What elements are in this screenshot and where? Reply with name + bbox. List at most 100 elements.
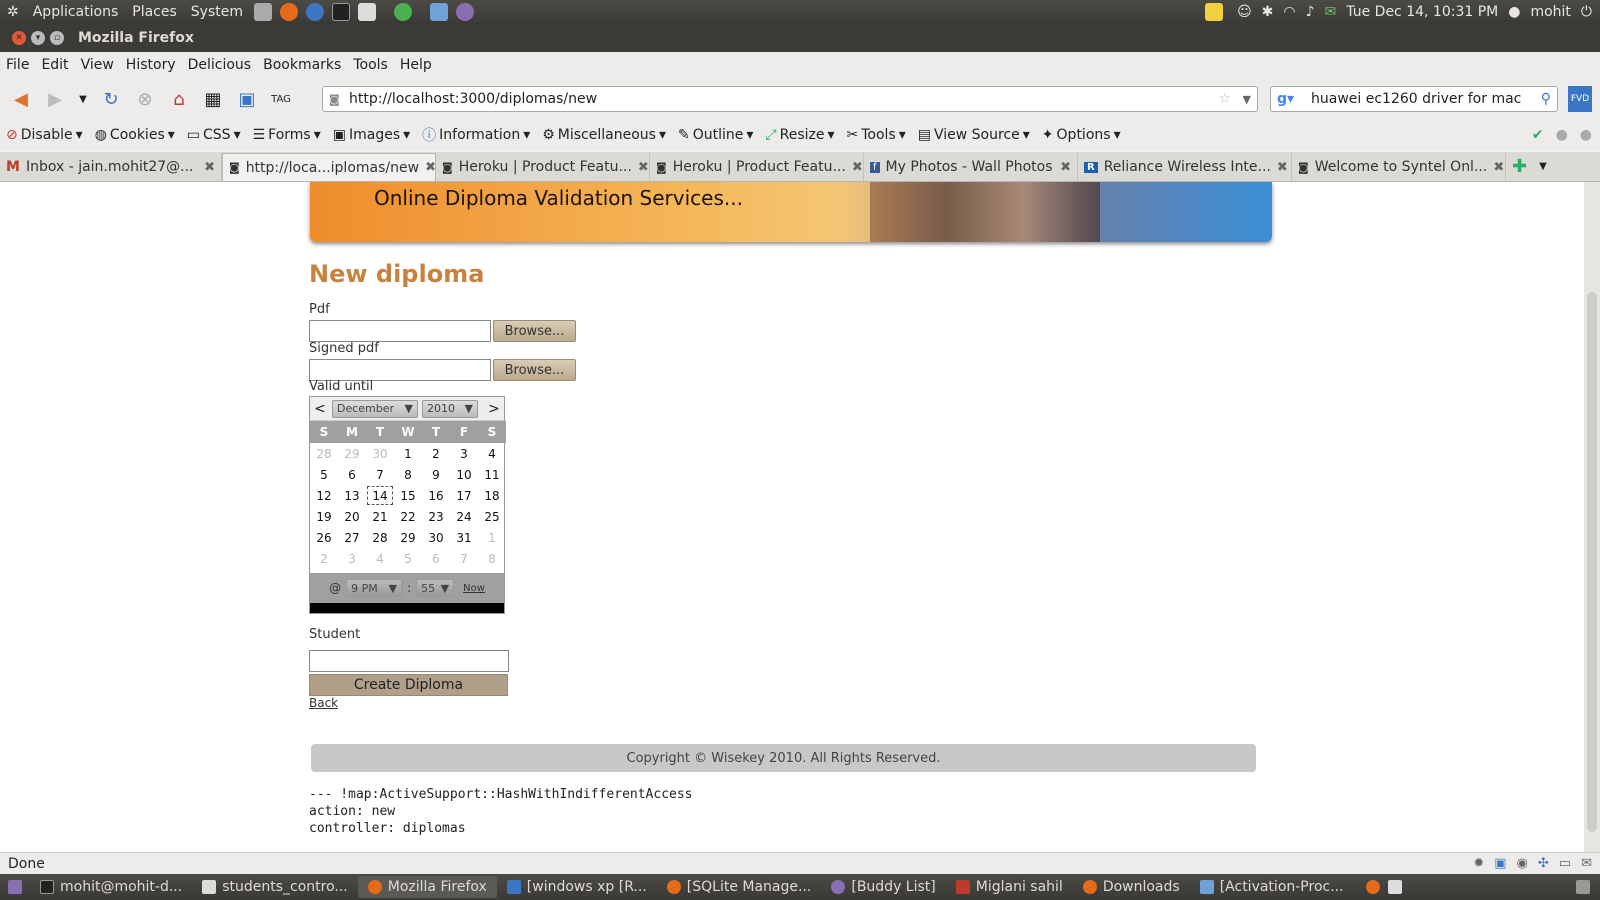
close-tab-icon[interactable]: ✖	[204, 160, 215, 175]
validation-check-icon[interactable]: ✔	[1526, 127, 1550, 143]
calendar-day[interactable]: 5	[394, 548, 422, 569]
tab-heroku-2[interactable]: ◙ Heroku | Product Featu... ✖	[650, 153, 864, 181]
task-firefox[interactable]: Mozilla Firefox	[357, 876, 497, 898]
wd-miscellaneous-menu[interactable]: ⚙ Miscellaneous ▾	[536, 127, 672, 143]
url-text[interactable]: http://localhost:3000/diplomas/new	[349, 91, 597, 107]
screenshot-launcher-icon[interactable]	[430, 3, 448, 21]
scrollbar-thumb[interactable]	[1587, 292, 1597, 832]
firefox-launcher-icon[interactable]	[280, 3, 298, 21]
calendar-day[interactable]: 30	[422, 527, 450, 548]
vertical-scrollbar[interactable]	[1584, 182, 1600, 852]
editor-launcher-icon[interactable]	[358, 3, 376, 21]
calendar-day[interactable]: 13	[338, 485, 366, 506]
show-desktop-icon[interactable]	[8, 880, 22, 894]
close-tab-icon[interactable]: ✖	[425, 160, 436, 175]
calendar-day[interactable]: 22	[394, 506, 422, 527]
calendar-day[interactable]: 12	[310, 485, 338, 506]
calendar-day[interactable]: 16	[422, 485, 450, 506]
calendar-day[interactable]: 23	[422, 506, 450, 527]
messaging-indicator-icon[interactable]: ☺	[1237, 4, 1252, 20]
url-bar[interactable]: ◙ http://localhost:3000/diplomas/new ☆ ▼	[322, 86, 1258, 112]
task-buddy-list[interactable]: [Buddy List]	[821, 876, 945, 898]
tab-inbox[interactable]: M Inbox - jain.mohit27@... ✖	[0, 153, 222, 181]
calendar-day[interactable]: 20	[338, 506, 366, 527]
calendar-day[interactable]: 29	[394, 527, 422, 548]
tab-diplomas-new[interactable]: ◙ http://loca...iplomas/new ✖	[222, 153, 436, 181]
mail-icon[interactable]: ✉	[1325, 4, 1337, 20]
calendar-day[interactable]: 24	[450, 506, 478, 527]
year-select[interactable]: 2010 ▼	[422, 399, 478, 418]
menu-help[interactable]: Help	[394, 57, 438, 73]
help-launcher-icon[interactable]	[306, 3, 324, 21]
new-tab-icon[interactable]: ✚	[1506, 156, 1533, 177]
home-icon[interactable]: ⌂	[166, 86, 192, 112]
calendar-day[interactable]: 11	[478, 464, 506, 485]
calendar-day[interactable]: 4	[478, 443, 506, 464]
calendar-day[interactable]: 2	[422, 443, 450, 464]
calendar-day[interactable]: 4	[366, 548, 394, 569]
menu-delicious[interactable]: Delicious	[182, 57, 258, 73]
wifi-icon[interactable]: ◠	[1283, 4, 1295, 20]
signed-pdf-file-field[interactable]	[309, 359, 491, 381]
menu-history[interactable]: History	[120, 57, 182, 73]
close-tab-icon[interactable]: ✖	[638, 160, 649, 175]
create-diploma-button[interactable]: Create Diploma	[309, 674, 508, 696]
wd-cookies-menu[interactable]: ◍ Cookies ▾	[89, 127, 181, 143]
calendar-day[interactable]: 6	[338, 464, 366, 485]
calendar-day[interactable]: 30	[366, 443, 394, 464]
month-select[interactable]: December ▼	[332, 399, 418, 418]
wd-outline-menu[interactable]: ✎ Outline ▾	[672, 127, 759, 143]
pdf-file-field[interactable]	[309, 320, 491, 342]
user-menu[interactable]: mohit	[1530, 4, 1570, 20]
notes-applet-icon[interactable]	[1205, 3, 1224, 21]
calendar-day[interactable]: 26	[310, 527, 338, 548]
chrome-launcher-icon[interactable]	[394, 3, 412, 21]
calendar-day[interactable]: 21	[366, 506, 394, 527]
minimize-window-icon[interactable]: ▾	[31, 31, 45, 45]
task-sqlite-manager[interactable]: [SQLite Manage...	[657, 876, 822, 898]
wd-options-menu[interactable]: ✦ Options ▾	[1036, 127, 1127, 143]
stop-icon[interactable]: ⊗	[132, 86, 158, 112]
terminal-launcher-icon[interactable]	[332, 3, 350, 21]
bookmark-star-icon[interactable]: ☆	[1218, 91, 1231, 107]
fvd-downloader-icon[interactable]: FVD	[1568, 86, 1592, 112]
close-tab-icon[interactable]: ✖	[1060, 160, 1071, 175]
calendar-day[interactable]: 3	[338, 548, 366, 569]
close-tab-icon[interactable]: ✖	[1493, 160, 1504, 175]
wd-view-source-menu[interactable]: ▤ View Source ▾	[912, 127, 1036, 143]
calendar-day[interactable]: 18	[478, 485, 506, 506]
menu-system[interactable]: System	[184, 4, 250, 20]
menu-applications[interactable]: Applications	[26, 4, 126, 20]
wd-tools-menu[interactable]: ✂ Tools ▾	[841, 127, 912, 143]
calendar-day[interactable]: 28	[366, 527, 394, 548]
task-virtualbox[interactable]: [windows xp [R...	[497, 876, 657, 898]
toolbar-extension-icon[interactable]: ▦	[200, 86, 226, 112]
close-tab-icon[interactable]: ✖	[852, 160, 863, 175]
bookmark-sidebar-icon[interactable]: ▣	[234, 86, 260, 112]
signed-pdf-browse-button[interactable]: Browse...	[493, 359, 576, 381]
volume-icon[interactable]: ♪	[1306, 4, 1315, 20]
menu-view[interactable]: View	[75, 57, 120, 73]
ubuntu-logo-icon[interactable]: ✲	[0, 4, 26, 20]
calendar-day[interactable]: 2	[310, 548, 338, 569]
url-dropdown-icon[interactable]: ▼	[1243, 93, 1251, 106]
menu-places[interactable]: Places	[125, 4, 184, 20]
calendar-day[interactable]: 29	[338, 443, 366, 464]
history-dropdown-icon[interactable]: ▼	[76, 86, 90, 112]
menu-bookmarks[interactable]: Bookmarks	[257, 57, 347, 73]
wd-disable-menu[interactable]: ⊘ Disable ▾	[0, 127, 89, 143]
now-link[interactable]: Now	[463, 583, 485, 594]
calendar-day[interactable]: 1	[478, 527, 506, 548]
pdf-browse-button[interactable]: Browse...	[493, 320, 576, 342]
status-indicator-icon[interactable]: ●	[1550, 127, 1574, 143]
tab-heroku-1[interactable]: ◙ Heroku | Product Featu... ✖	[436, 153, 650, 181]
reload-icon[interactable]: ↻	[98, 86, 124, 112]
fvd-status-icon[interactable]: ▣	[1494, 856, 1506, 871]
calendar-day[interactable]: 28	[310, 443, 338, 464]
calendar-day[interactable]: 6	[422, 548, 450, 569]
calendar-day[interactable]: 15	[394, 485, 422, 506]
student-field[interactable]	[309, 650, 509, 672]
calendar-day[interactable]: 31	[450, 527, 478, 548]
forward-arrow-icon[interactable]: ▶	[42, 86, 68, 112]
back-link[interactable]: Back	[309, 696, 338, 710]
